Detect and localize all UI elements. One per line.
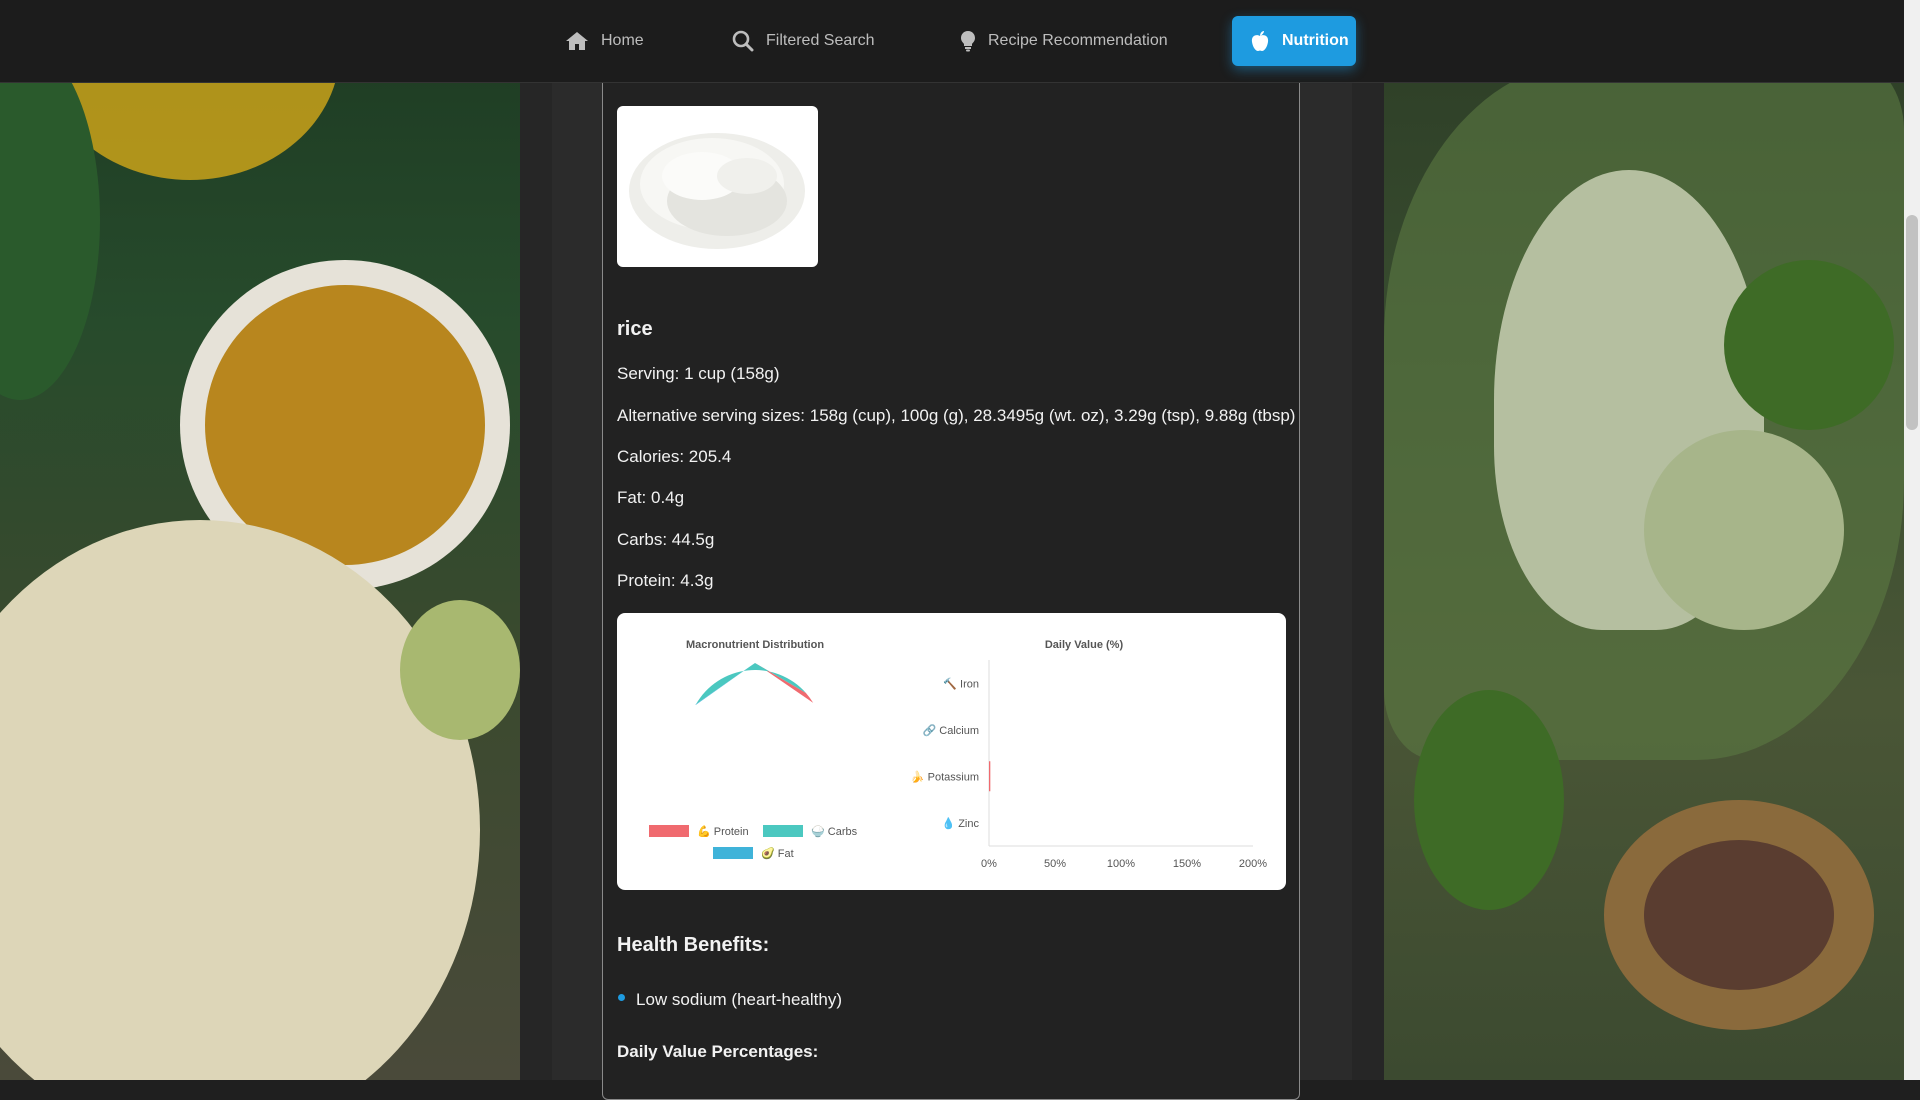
food-name: rice <box>617 318 653 340</box>
bar-x-tick-2: 100% <box>1107 858 1135 870</box>
nav-filtered-search[interactable]: Filtered Search <box>732 16 875 66</box>
bar-category-label-2: 🍌 Potassium <box>911 770 979 783</box>
pie-legend-label-0: 💪 Protein <box>697 825 749 838</box>
health-benefit-item: Low sodium (heart-healthy) <box>636 990 842 1009</box>
bar-chart-title: Daily Value (%) <box>1045 639 1124 651</box>
fat-value: Fat: 0.4g <box>617 488 685 507</box>
nav-nutrition[interactable]: Nutrition <box>1232 16 1356 66</box>
protein-value: Protein: 4.3g <box>617 571 714 590</box>
pie-legend-swatch-0 <box>649 825 689 837</box>
bar-2 <box>989 761 991 792</box>
serving-size: Serving: 1 cup (158g) <box>617 364 780 383</box>
pie-legend-label-1: 🍚 Carbs <box>811 825 858 838</box>
bar-x-tick-0: 0% <box>981 858 997 870</box>
pie-slice-2 <box>695 663 755 706</box>
bar-x-tick-1: 50% <box>1044 858 1066 870</box>
bar-category-label-3: 💧 Zinc <box>941 817 979 830</box>
background-food-image-right <box>1384 0 1904 1080</box>
health-benefits-heading: Health Benefits: <box>617 934 770 956</box>
pie-chart-title: Macronutrient Distribution <box>686 639 824 651</box>
pie-legend-swatch-2 <box>713 847 753 859</box>
top-navigation: Home Filtered Search Recipe Recommendati… <box>0 0 1904 83</box>
nutrition-charts-panel: Macronutrient Distribution 💪 Protein 🍚 Car… <box>617 613 1286 890</box>
alternative-serving-sizes: Alternative serving sizes: 158g (cup), 1… <box>617 406 1296 425</box>
nutrition-charts: Macronutrient Distribution 💪 Protein 🍚 Car… <box>649 639 1267 870</box>
scrollbar-track[interactable] <box>1904 0 1920 1080</box>
bar-x-tick-3: 150% <box>1173 858 1201 870</box>
list-bullet <box>618 994 625 1001</box>
pie-legend-swatch-1 <box>763 825 803 837</box>
food-image <box>617 106 818 267</box>
pie-legend-label-2: 🥑 Fat <box>761 846 794 860</box>
search-icon <box>732 30 754 52</box>
bar-x-tick-4: 200% <box>1239 858 1267 870</box>
nav-recipe-recommendation[interactable]: Recipe Recommendation <box>960 16 1168 66</box>
nav-home[interactable]: Home <box>565 16 644 66</box>
nav-filtered-search-label: Filtered Search <box>766 32 875 49</box>
background-food-image-left <box>0 0 520 1080</box>
scrollbar-thumb[interactable] <box>1906 215 1918 430</box>
nav-nutrition-label: Nutrition <box>1282 32 1349 49</box>
bar-category-label-0: 🔨 Iron <box>943 677 979 690</box>
apple-icon <box>1250 30 1270 52</box>
calories-value: Calories: 205.4 <box>617 447 732 466</box>
home-icon <box>565 31 589 51</box>
bar-category-label-1: 🔗 Calcium <box>923 723 979 737</box>
nav-recipe-recommendation-label: Recipe Recommendation <box>988 32 1168 49</box>
carbs-value: Carbs: 44.5g <box>617 530 715 549</box>
nav-home-label: Home <box>601 32 644 49</box>
lightbulb-icon <box>960 30 976 52</box>
daily-value-percentages-heading: Daily Value Percentages: <box>617 1042 819 1061</box>
